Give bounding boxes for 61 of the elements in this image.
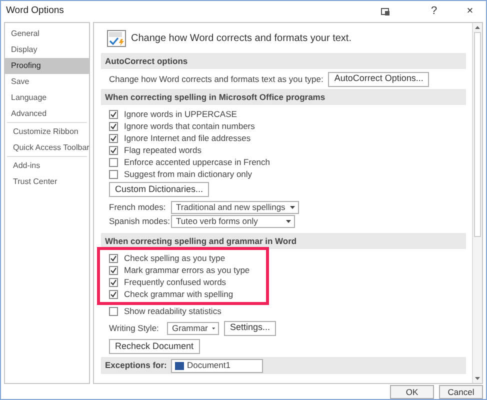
checkbox[interactable] <box>109 170 118 178</box>
dialog-button[interactable]: Custom Dictionaries... <box>109 182 210 197</box>
checkbox[interactable] <box>109 146 118 154</box>
option-label: Check grammar with spelling <box>124 288 234 300</box>
spelling-check-icon <box>107 30 126 46</box>
sidebar-item[interactable]: Trust Center <box>7 174 87 190</box>
intro-text: Change how Word corrects and formats your text. <box>131 32 352 46</box>
sidebar-item[interactable]: Save <box>5 74 89 90</box>
option-label: Suggest from main dictionary only <box>124 168 252 180</box>
option-label: Flag repeated words <box>124 144 202 156</box>
sidebar-item[interactable]: Display <box>5 42 89 58</box>
caret-icon <box>212 326 215 330</box>
title-bar-button[interactable]: × <box>464 3 476 20</box>
option-label: Ignore words that contain numbers <box>124 120 255 132</box>
section-header: When correcting spelling and grammar in Word <box>101 233 466 249</box>
option-label: Frequently confused words <box>124 276 226 288</box>
autocorrect-label: Change how Word corrects and formats text as you type: <box>109 72 324 86</box>
checkbox[interactable] <box>109 122 118 130</box>
dialog-button[interactable]: Settings... <box>224 320 276 336</box>
sidebar-item[interactable]: Quick Access Toolbar <box>7 140 87 156</box>
checkbox[interactable] <box>109 254 118 262</box>
checkbox[interactable] <box>109 278 118 286</box>
mode-label: French modes: <box>109 200 167 214</box>
checkbox[interactable] <box>109 110 118 118</box>
option-label: Enforce accented uppercase in French <box>124 156 270 168</box>
option-label: Show readability statistics <box>124 304 222 318</box>
section-header: When correcting spelling in Microsoft Office programs <box>101 89 466 105</box>
checkbox[interactable] <box>109 158 118 166</box>
dropdown[interactable]: Traditional and new spellings <box>171 200 299 214</box>
sidebar-item[interactable]: General <box>5 26 89 42</box>
checkbox[interactable] <box>109 266 118 274</box>
caret-icon <box>290 206 295 208</box>
dialog-button[interactable]: Recheck Document <box>109 339 200 354</box>
sidebar-item[interactable]: Customize Ribbon <box>7 124 87 140</box>
dropdown[interactable]: Grammar <box>167 322 219 334</box>
sidebar-item[interactable]: Add-ins <box>7 158 87 174</box>
dialog-button[interactable]: Cancel <box>439 385 483 399</box>
scrollbar[interactable] <box>472 23 482 383</box>
option-label: Ignore words in UPPERCASE <box>124 108 237 120</box>
dialog-button[interactable]: AutoCorrect Options... <box>328 72 430 86</box>
option-label: Ignore Internet and file addresses <box>124 132 251 144</box>
checkbox[interactable] <box>109 290 118 298</box>
dropdown[interactable]: Tuteo verb forms only <box>171 214 295 228</box>
window-title: Word Options <box>6 4 65 18</box>
option-label: Check spelling as you type <box>124 252 226 264</box>
checkbox[interactable] <box>109 134 118 142</box>
window-icon[interactable] <box>381 8 390 16</box>
exceptions-label: Exceptions for: <box>105 359 168 372</box>
sidebar-item[interactable]: Language <box>5 90 89 106</box>
document-dropdown[interactable]: Document1 <box>171 358 263 372</box>
mode-label: Spanish modes: <box>109 214 171 228</box>
section-header: AutoCorrect options <box>101 53 466 69</box>
option-label: Mark grammar errors as you type <box>124 264 250 276</box>
checkbox[interactable] <box>109 306 118 316</box>
caret-icon <box>286 220 291 222</box>
document-icon <box>175 361 184 370</box>
sidebar-item[interactable]: Proofing <box>5 58 89 74</box>
sidebar-item[interactable]: Advanced <box>5 106 89 122</box>
writing-style-label: Writing Style: <box>109 322 160 334</box>
title-bar-button[interactable]: ? <box>428 3 440 20</box>
dialog-button[interactable]: OK <box>390 385 434 399</box>
